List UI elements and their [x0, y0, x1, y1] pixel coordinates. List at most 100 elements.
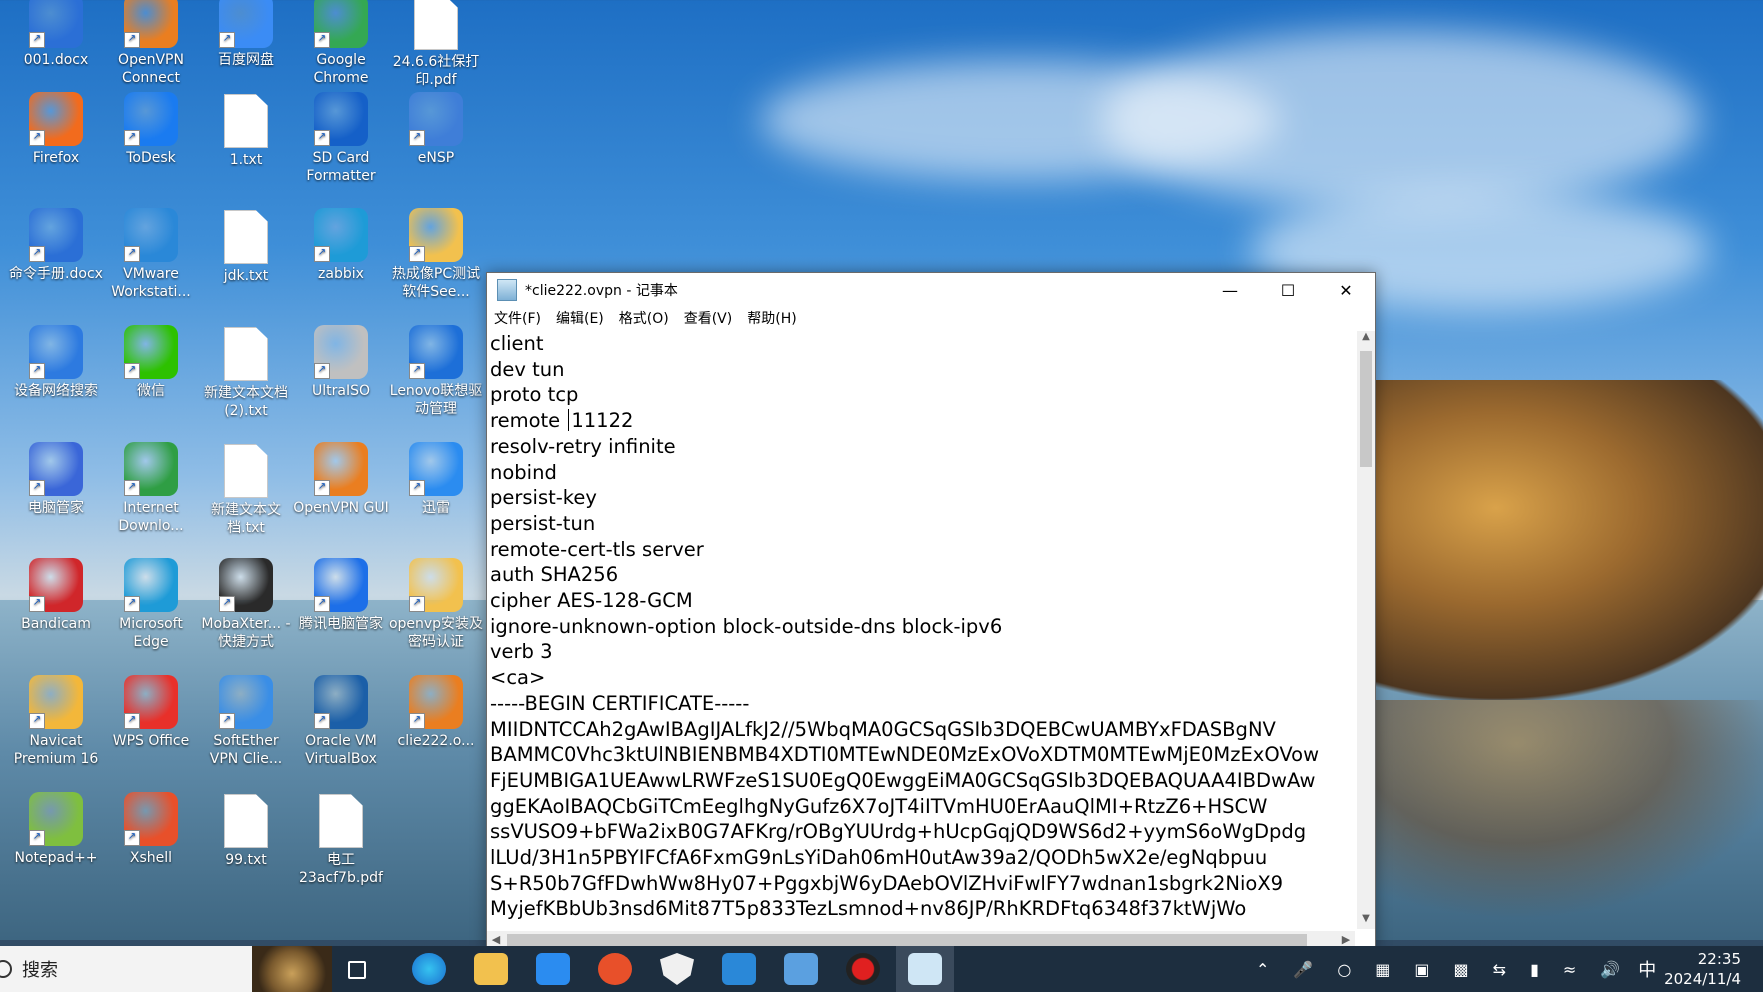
- title-bar[interactable]: *clie222.ovpn - 记事本 — ☐ ✕: [487, 273, 1375, 307]
- scroll-down-icon[interactable]: ▼: [1357, 913, 1375, 929]
- battery-icon[interactable]: ▮: [1530, 960, 1539, 979]
- scroll-up-icon[interactable]: ▲: [1357, 331, 1375, 347]
- desktop-icon[interactable]: ↗ OpenVPN GUI: [293, 442, 389, 517]
- minimize-button[interactable]: —: [1201, 273, 1259, 307]
- menu-format[interactable]: 格式(O): [619, 308, 669, 328]
- file-explorer-icon[interactable]: [474, 953, 508, 985]
- task-view-icon[interactable]: [348, 961, 366, 979]
- text-line: MyjefKBbUb3nsd6Mit87T5p833TezLsmnod+nv86…: [490, 897, 1247, 921]
- headset-icon[interactable]: ○: [1337, 960, 1351, 979]
- desktop-icon-label: jdk.txt: [223, 268, 269, 284]
- desktop-icon[interactable]: ↗ Lenovo联想驱动管理: [388, 325, 484, 418]
- desktop-icon[interactable]: ↗ openvp安装及密码认证: [388, 558, 484, 651]
- menu-help[interactable]: 帮助(H): [747, 308, 796, 328]
- text-line: <ca>: [490, 666, 546, 690]
- desktop-icon-label: 电工23acf7b.pdf: [299, 852, 383, 886]
- desktop-icon[interactable]: ↗ UltraISO: [293, 325, 389, 400]
- text-editor[interactable]: client dev tun proto tcp remote 11122 re…: [487, 331, 1358, 929]
- xunlei-taskbar-icon[interactable]: [536, 953, 570, 985]
- desktop-icon[interactable]: ↗ Bandicam: [8, 558, 104, 633]
- horizontal-scroll-thumb[interactable]: [507, 934, 1307, 946]
- desktop-icon-label: VMware Workstati...: [111, 266, 191, 300]
- desktop-icon-label: 99.txt: [225, 852, 267, 868]
- desktop-icon[interactable]: ↗ Google Chrome: [293, 0, 389, 87]
- idm-icon: ↗: [124, 442, 178, 496]
- vmware-taskbar-icon[interactable]: [722, 953, 756, 985]
- desktop-icon[interactable]: ↗ VMware Workstati...: [103, 208, 199, 301]
- maximize-button[interactable]: ☐: [1259, 273, 1317, 307]
- chevron-up-icon[interactable]: ⌃: [1256, 960, 1269, 979]
- desktop-icon[interactable]: ↗ 电脑管家: [8, 442, 104, 517]
- desktop-icon[interactable]: ↗ zabbix: [293, 208, 389, 283]
- desktop-icon[interactable]: ↗ SoftEther VPN Clie...: [198, 675, 294, 768]
- notepad-icon: [497, 279, 517, 301]
- search-box[interactable]: 搜索: [0, 946, 332, 992]
- desktop-icon[interactable]: ↗ Xshell: [103, 792, 199, 867]
- edge-taskbar-icon[interactable]: [412, 953, 446, 985]
- desktop-icon[interactable]: ↗ Internet Downlo...: [103, 442, 199, 535]
- desktop-icon[interactable]: 新建文本文档 (2).txt: [198, 325, 294, 420]
- desktop-icon[interactable]: jdk.txt: [198, 208, 294, 285]
- desktop-icon[interactable]: ↗ 迅雷: [388, 442, 484, 517]
- desktop-icon[interactable]: ↗ Oracle VM VirtualBox: [293, 675, 389, 768]
- menu-edit[interactable]: 编辑(E): [556, 308, 604, 328]
- desktop-icon-label: Internet Downlo...: [118, 500, 184, 534]
- shortcut-arrow-icon: ↗: [124, 596, 140, 612]
- desktop-icon[interactable]: ↗ 001.docx: [8, 0, 104, 69]
- xunlei-icon: ↗: [409, 442, 463, 496]
- ime-indicator[interactable]: 中: [1638, 956, 1656, 982]
- bandicam-taskbar-icon[interactable]: [846, 953, 880, 985]
- desktop-icon[interactable]: 电工23acf7b.pdf: [293, 792, 389, 887]
- menu-view[interactable]: 查看(V): [684, 308, 733, 328]
- transfer-icon[interactable]: ⇆: [1493, 960, 1506, 979]
- notepad-window[interactable]: *clie222.ovpn - 记事本 — ☐ ✕ 文件(F) 编辑(E) 格式…: [486, 272, 1376, 950]
- desktop-icon[interactable]: ↗ SD Card Formatter: [293, 92, 389, 185]
- desktop-icon[interactable]: ↗ 命令手册.docx: [8, 208, 104, 283]
- wifi-icon[interactable]: ≈: [1563, 960, 1576, 979]
- desktop-icon[interactable]: 新建文本文档.txt: [198, 442, 294, 537]
- clock[interactable]: 22:35 2024/11/4: [1664, 949, 1741, 989]
- desktop-icon-label: clie222.o...: [397, 733, 475, 749]
- desktop-icon[interactable]: 1.txt: [198, 92, 294, 169]
- close-button[interactable]: ✕: [1317, 273, 1375, 307]
- security-shield-icon[interactable]: [660, 953, 694, 985]
- desktop-icon[interactable]: 24.6.6社保打印.pdf: [388, 0, 484, 89]
- desktop-icon[interactable]: 99.txt: [198, 792, 294, 869]
- desktop-icon-label: 24.6.6社保打印.pdf: [392, 54, 480, 88]
- desktop-icon[interactable]: ↗ eNSP: [388, 92, 484, 167]
- desktop-icon[interactable]: ↗ OpenVPN Connect: [103, 0, 199, 87]
- shortcut-arrow-icon: ↗: [409, 713, 425, 729]
- text-line: MIIDNTCCAh2gAwIBAgIJALfkJ2//5WbqMA0GCSqG…: [490, 717, 1276, 741]
- desktop-icon[interactable]: ↗ Firefox: [8, 92, 104, 167]
- volume-icon[interactable]: 🔊: [1600, 960, 1620, 979]
- shortcut-arrow-icon: ↗: [29, 713, 45, 729]
- desktop-icon[interactable]: ↗ MobaXter... - 快捷方式: [198, 558, 294, 651]
- desktop-icon[interactable]: ↗ Notepad++: [8, 792, 104, 867]
- pc-manager-tray-icon[interactable]: ▩: [1454, 960, 1469, 979]
- search-placeholder: 搜索: [22, 960, 58, 981]
- desktop-icon[interactable]: ↗ ToDesk: [103, 92, 199, 167]
- vertical-scrollbar[interactable]: ▲ ▼: [1357, 331, 1375, 929]
- desktop-icon-label: SD Card Formatter: [306, 150, 376, 184]
- shortcut-arrow-icon: ↗: [409, 130, 425, 146]
- app-tray-icon[interactable]: ▦: [1375, 960, 1390, 979]
- menu-file[interactable]: 文件(F): [494, 308, 541, 328]
- ensp-icon: ↗: [409, 92, 463, 146]
- network-monitor-icon[interactable]: ▣: [1414, 960, 1429, 979]
- desktop-icon[interactable]: ↗ 微信: [103, 325, 199, 400]
- desktop-icon[interactable]: ↗ Navicat Premium 16: [8, 675, 104, 768]
- microphone-icon[interactable]: 🎤: [1293, 960, 1313, 979]
- vertical-scroll-thumb[interactable]: [1360, 351, 1372, 467]
- notepad-taskbar-icon[interactable]: [908, 953, 942, 985]
- desktop-icon[interactable]: ↗ Microsoft Edge: [103, 558, 199, 651]
- desktop-icon[interactable]: ↗ 腾讯电脑管家: [293, 558, 389, 633]
- control-panel-icon[interactable]: [784, 953, 818, 985]
- desktop-icon[interactable]: ↗ clie222.o...: [388, 675, 484, 750]
- desktop-icon[interactable]: ↗ 百度网盘: [198, 0, 294, 69]
- xshell-taskbar-icon[interactable]: [598, 953, 632, 985]
- desktop-icon[interactable]: ↗ WPS Office: [103, 675, 199, 750]
- desktop-icon[interactable]: ↗ 设备网络搜索: [8, 325, 104, 400]
- sd-card-icon: ↗: [314, 92, 368, 146]
- desktop-icon-label: 001.docx: [23, 52, 89, 68]
- desktop-icon[interactable]: ↗ 热成像PC测试软件See...: [388, 208, 484, 301]
